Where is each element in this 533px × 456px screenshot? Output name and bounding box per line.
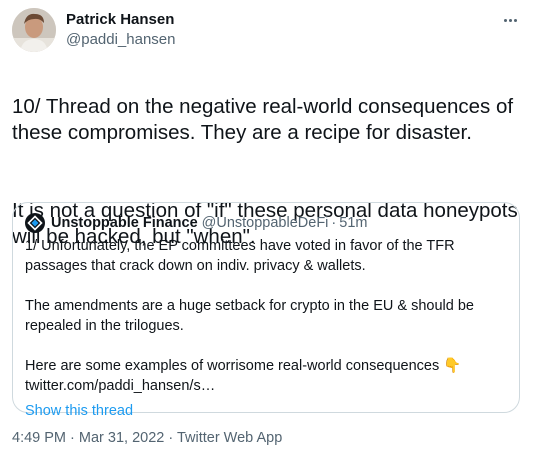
author-names: Patrick Hansen @paddi_hansen — [66, 10, 175, 50]
quoted-paragraph: Here are some examples of worrisome real… — [25, 358, 462, 394]
tweet: Patrick Hansen @paddi_hansen 10/ Thread … — [0, 0, 533, 456]
tweet-timestamp[interactable]: 4:49 PM · Mar 31, 2022 · Twitter Web App — [12, 428, 282, 448]
ellipsis-icon — [503, 18, 507, 22]
quoted-display-name: Unstoppable Finance — [51, 215, 198, 231]
tweet-header: Patrick Hansen @paddi_hansen — [12, 8, 522, 52]
quoted-paragraph: The amendments are a huge setback for cr… — [25, 298, 474, 334]
ellipsis-icon — [513, 18, 517, 22]
unstoppable-finance-logo-icon — [25, 213, 45, 233]
quoted-tweet-header: Unstoppable Finance @UnstoppableDeFi · 5… — [25, 213, 507, 233]
author-display-name[interactable]: Patrick Hansen — [66, 10, 175, 30]
quoted-time: 51m — [339, 215, 368, 231]
quoted-tweet-text: 1/ Unfortunately, the EP committees have… — [25, 236, 507, 396]
show-this-thread-link[interactable]: Show this thread — [25, 401, 507, 421]
more-options-button[interactable] — [500, 10, 520, 30]
avatar[interactable] — [12, 8, 56, 52]
tweet-paragraph: 10/ Thread on the negative real-world co… — [12, 95, 514, 144]
quoted-handle: @UnstoppableDeFi — [201, 215, 329, 231]
ellipsis-icon — [508, 18, 512, 22]
separator-dot: · — [331, 215, 337, 231]
author-handle[interactable]: @paddi_hansen — [66, 30, 175, 50]
quoted-paragraph: 1/ Unfortunately, the EP committees have… — [25, 238, 455, 274]
quoted-tweet-card[interactable]: Unstoppable Finance @UnstoppableDeFi · 5… — [12, 202, 520, 419]
